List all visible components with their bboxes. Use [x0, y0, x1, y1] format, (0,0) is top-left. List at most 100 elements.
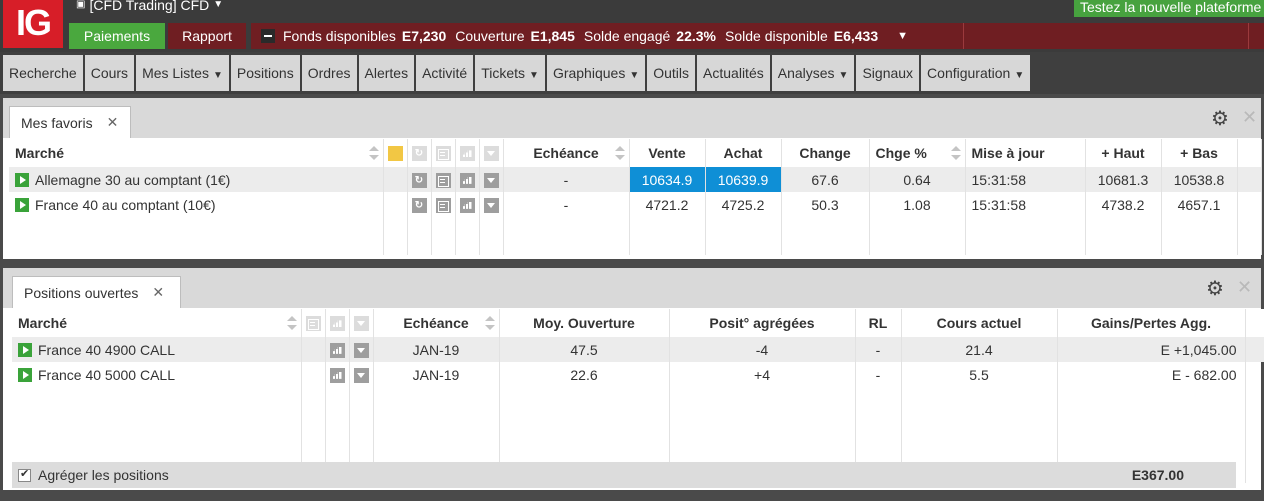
gear-icon[interactable]: ⚙: [1211, 106, 1229, 131]
sort-icon[interactable]: [368, 146, 379, 160]
menu-item-tickets[interactable]: Tickets ▼: [475, 55, 545, 91]
chart-icon[interactable]: [459, 172, 475, 188]
market-name[interactable]: France 40 au comptant (10€): [35, 197, 216, 213]
menu-item-graphiques[interactable]: Graphiques ▼: [546, 55, 646, 91]
dropdown-icon[interactable]: [483, 197, 499, 213]
menu-item-configuration[interactable]: Configuration ▼: [921, 55, 1031, 91]
chart-icon[interactable]: [329, 342, 345, 358]
col-pnl[interactable]: Gains/Pertes Agg.: [1057, 309, 1246, 337]
expand-icon[interactable]: [18, 367, 32, 382]
table-row[interactable]: France 40 5000 CALL JAN-19 22.6 +4 - 5.5…: [12, 362, 1264, 387]
dropdown-icon[interactable]: [483, 172, 499, 188]
menu-item-ordres[interactable]: Ordres: [301, 55, 357, 91]
payments-button[interactable]: Paiements: [69, 23, 165, 49]
dropdown-icon: [353, 316, 369, 332]
chart-icon[interactable]: [459, 197, 475, 213]
sell-price[interactable]: 4721.2: [629, 192, 706, 217]
menu-item-recherche[interactable]: Recherche: [3, 55, 83, 91]
buy-price[interactable]: 10639.9: [705, 167, 782, 192]
col-aggregated[interactable]: Posit° agrégées: [669, 309, 856, 337]
sort-icon[interactable]: [286, 316, 297, 330]
market-name[interactable]: France 40 4900 CALL: [38, 342, 175, 358]
dropdown-icon[interactable]: [353, 367, 369, 383]
menu-item-outils[interactable]: Outils: [647, 55, 696, 91]
table-row[interactable]: Allemagne 30 au comptant (1€) - 10634.9 …: [9, 167, 1262, 192]
sort-icon[interactable]: [484, 316, 495, 330]
menu-item-label: Cours: [90, 65, 129, 81]
dropdown-icon[interactable]: [353, 342, 369, 358]
expand-icon[interactable]: [18, 342, 32, 357]
col-chart[interactable]: [325, 309, 350, 337]
gear-icon[interactable]: ⚙: [1206, 276, 1224, 301]
margin-label: Couverture: [455, 28, 525, 44]
account-selector[interactable]: ▣ [CFD Trading] CFD ▼: [76, 0, 223, 14]
menu-item-label: Signaux: [862, 65, 914, 81]
col-current[interactable]: Cours actuel: [901, 309, 1058, 337]
refresh-icon[interactable]: [411, 172, 427, 188]
menu-item-actualites[interactable]: Actualités: [697, 55, 770, 91]
refresh-icon[interactable]: [411, 197, 427, 213]
col-change-pct[interactable]: Chge %: [869, 139, 966, 167]
menu-item-label: Ordres: [307, 65, 351, 81]
ig-logo[interactable]: IG: [3, 0, 63, 48]
funds-bar: Fonds disponibles E7,230 Couverture E1,8…: [251, 23, 1264, 49]
table-row[interactable]: France 40 4900 CALL JAN-19 47.5 -4 - 21.…: [12, 337, 1264, 362]
col-market[interactable]: Marché: [9, 139, 384, 167]
menu-item-activite[interactable]: Activité: [416, 55, 474, 91]
menu-item-label: Alertes: [364, 65, 409, 81]
sort-icon[interactable]: [614, 146, 625, 160]
col-buy[interactable]: Achat: [705, 139, 782, 167]
collapse-icon[interactable]: [261, 29, 275, 43]
close-panel-icon[interactable]: ✕: [1237, 277, 1252, 298]
col-updated[interactable]: Mise à jour: [965, 139, 1086, 167]
sell-price[interactable]: 10634.9: [629, 167, 706, 192]
col-high[interactable]: + Haut: [1085, 139, 1162, 167]
close-panel-icon[interactable]: ✕: [1242, 107, 1257, 128]
col-low[interactable]: + Bas: [1161, 139, 1238, 167]
close-tab-icon[interactable]: ✕: [107, 114, 119, 131]
menu-item-analyses[interactable]: Analyses ▼: [771, 55, 855, 91]
col-expiry[interactable]: Echéance: [503, 139, 630, 167]
col-rl[interactable]: RL: [855, 309, 902, 337]
col-info[interactable]: [431, 139, 456, 167]
col-change[interactable]: Change: [781, 139, 870, 167]
menu-item-alertes[interactable]: Alertes: [358, 55, 415, 91]
menu-item-mes-listes[interactable]: Mes Listes ▼: [136, 55, 229, 91]
col-sell[interactable]: Vente: [629, 139, 706, 167]
chevron-down-icon: ▼: [529, 70, 539, 81]
col-avg-open[interactable]: Moy. Ouverture: [499, 309, 670, 337]
menu-item-signaux[interactable]: Signaux: [856, 55, 920, 91]
col-chart[interactable]: [455, 139, 480, 167]
document-icon[interactable]: [435, 172, 451, 188]
chart-icon[interactable]: [329, 367, 345, 383]
updated-value: 15:31:58: [965, 192, 1086, 217]
col-menu[interactable]: [479, 139, 504, 167]
pnl-value: E +1,045.00: [1057, 337, 1246, 362]
menu-item-positions[interactable]: Positions: [230, 55, 300, 91]
tab-open-positions[interactable]: Positions ouvertes ✕: [12, 276, 181, 308]
col-info[interactable]: [301, 309, 326, 337]
sort-icon[interactable]: [950, 146, 961, 160]
expand-icon[interactable]: [15, 197, 29, 212]
col-market[interactable]: Marché: [12, 309, 302, 337]
funds-dropdown-icon[interactable]: ▼: [897, 23, 908, 49]
market-name[interactable]: Allemagne 30 au comptant (1€): [35, 172, 230, 188]
col-expiry[interactable]: Echéance: [373, 309, 500, 337]
col-menu[interactable]: [349, 309, 374, 337]
buy-price[interactable]: 4725.2: [705, 192, 782, 217]
positions-panel: Positions ouvertes ✕ ⚙ ✕ Marché Echéance…: [3, 268, 1264, 490]
aggregate-checkbox[interactable]: [18, 467, 31, 482]
new-platform-banner[interactable]: Testez la nouvelle plateforme: [1074, 0, 1264, 17]
expand-icon[interactable]: [15, 172, 29, 187]
document-icon[interactable]: [435, 197, 451, 213]
report-button[interactable]: Rapport: [168, 23, 246, 49]
table-row[interactable]: France 40 au comptant (10€) - 4721.2 472…: [9, 192, 1262, 217]
tab-favorites[interactable]: Mes favoris ✕: [9, 106, 131, 138]
aggregate-label: Agréger les positions: [38, 467, 169, 483]
expiry-value: JAN-19: [373, 362, 500, 387]
col-alerts[interactable]: [383, 139, 408, 167]
market-name[interactable]: France 40 5000 CALL: [38, 367, 175, 383]
col-refresh[interactable]: [407, 139, 432, 167]
menu-item-cours[interactable]: Cours: [84, 55, 135, 91]
close-tab-icon[interactable]: ✕: [152, 284, 164, 301]
